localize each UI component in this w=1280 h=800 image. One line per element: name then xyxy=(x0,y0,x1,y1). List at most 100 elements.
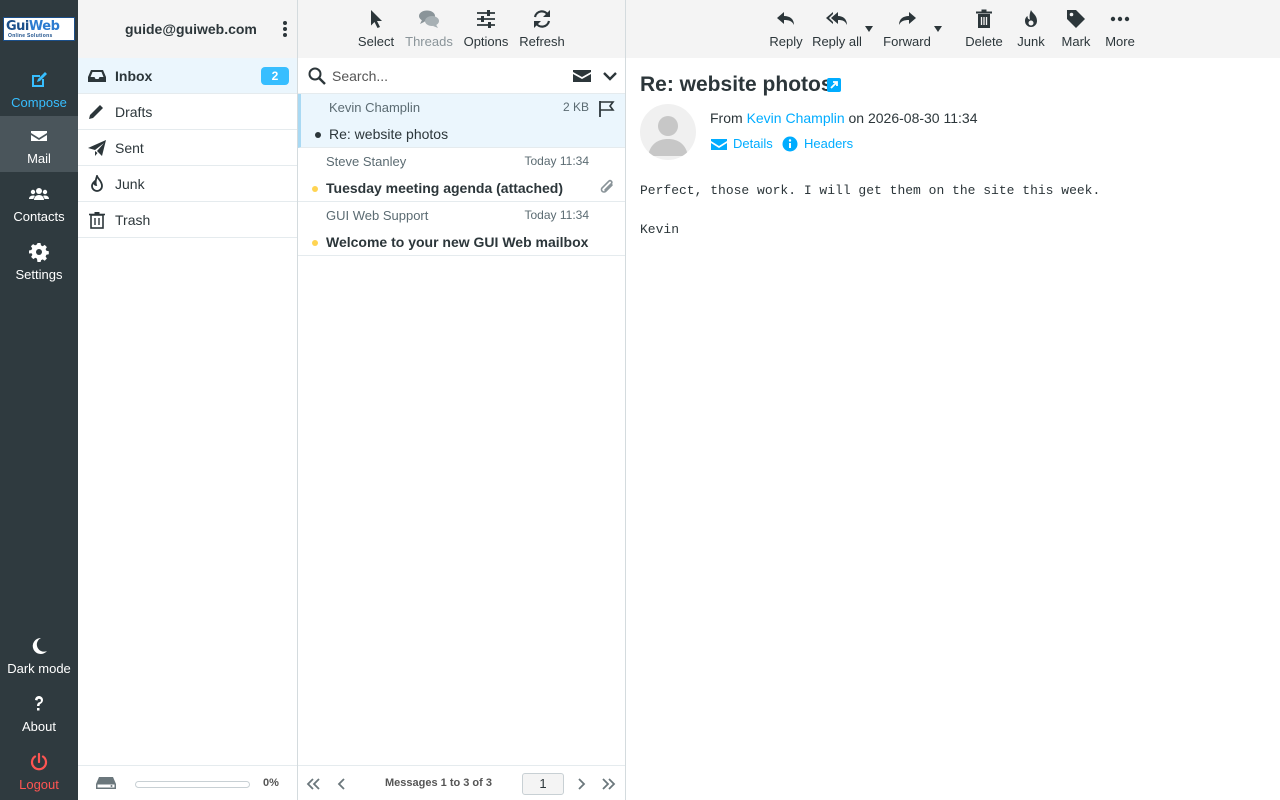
open-in-new-window-icon[interactable] xyxy=(827,78,841,92)
message-sender: Steve Stanley xyxy=(326,154,407,169)
details-label: Details xyxy=(733,136,773,151)
page-number-input[interactable]: 1 xyxy=(522,773,564,795)
next-page-icon[interactable] xyxy=(573,776,589,792)
reply-all-button[interactable]: Reply all xyxy=(810,0,864,58)
logo-tagline: Online Solutions xyxy=(8,33,53,39)
folder-label: Trash xyxy=(115,212,151,228)
refresh-label: Refresh xyxy=(519,34,565,49)
reply-all-dropdown-icon[interactable] xyxy=(865,26,873,32)
message-view-pane: Reply Reply all Forward Delete Junk Mark… xyxy=(626,0,1280,800)
folder-pane: guide@guiweb.com Inbox 2 Drafts Sent Jun… xyxy=(78,0,298,800)
message-subject: Re: website photos xyxy=(329,126,449,142)
folder-label: Junk xyxy=(115,176,145,192)
ellipsis-icon xyxy=(1110,16,1130,22)
folder-sent[interactable]: Sent xyxy=(78,130,297,166)
folder-trash[interactable]: Trash xyxy=(78,202,297,238)
hard-drive-icon xyxy=(96,777,116,789)
sender-avatar xyxy=(640,104,696,160)
info-icon xyxy=(782,136,798,152)
select-button[interactable]: Select xyxy=(353,0,399,58)
folder-label: Sent xyxy=(115,140,144,156)
nav-mail[interactable]: Mail xyxy=(0,116,78,172)
nav-logout[interactable]: Logout xyxy=(0,742,78,798)
message-size: 2 KB xyxy=(562,100,589,114)
message-body: Perfect, those work. I will get them on … xyxy=(640,183,1100,238)
threads-button[interactable]: Threads xyxy=(403,0,455,58)
nav-mail-label: Mail xyxy=(27,151,51,166)
delete-button[interactable]: Delete xyxy=(960,0,1008,58)
nav-contacts[interactable]: Contacts xyxy=(0,174,78,230)
previous-page-icon[interactable] xyxy=(334,776,350,792)
reply-button[interactable]: Reply xyxy=(764,0,808,58)
reply-all-icon xyxy=(826,12,847,25)
pencil-icon xyxy=(89,105,103,119)
refresh-button[interactable]: Refresh xyxy=(517,0,567,58)
nav-contacts-label: Contacts xyxy=(13,209,65,224)
more-button[interactable]: More xyxy=(1100,0,1140,58)
message-count: Messages 1 to 3 of 3 xyxy=(385,777,492,789)
message-row[interactable]: Steve Stanley Today 11:34 Tuesday meetin… xyxy=(298,148,625,202)
logo-text-a: Gui xyxy=(6,19,29,34)
junk-button[interactable]: Junk xyxy=(1011,0,1051,58)
power-icon xyxy=(30,752,48,771)
inbox-icon xyxy=(88,70,106,82)
unread-count-badge: 2 xyxy=(261,67,289,85)
fire-icon xyxy=(91,175,103,192)
nav-about[interactable]: About xyxy=(0,684,78,740)
users-icon xyxy=(29,188,49,200)
folder-inbox[interactable]: Inbox 2 xyxy=(78,58,297,94)
forward-dropdown-icon[interactable] xyxy=(934,26,942,32)
reply-icon xyxy=(777,12,794,25)
tag-icon xyxy=(1067,10,1085,28)
delete-label: Delete xyxy=(965,34,1003,49)
search-bar xyxy=(298,58,625,94)
main-nav: GuiWeb Online Solutions Compose Mail Con… xyxy=(0,0,78,800)
folder-junk[interactable]: Junk xyxy=(78,166,297,202)
message-sender: GUI Web Support xyxy=(326,208,429,223)
logo-text-b: Web xyxy=(28,19,60,34)
app-logo[interactable]: GuiWeb Online Solutions xyxy=(3,17,75,41)
search-input[interactable] xyxy=(332,65,552,87)
threads-label: Threads xyxy=(405,34,453,49)
message-toolbar: Reply Reply all Forward Delete Junk Mark… xyxy=(626,0,1280,58)
nav-compose-label: Compose xyxy=(11,95,67,110)
question-icon xyxy=(35,696,43,711)
fire-icon xyxy=(1025,10,1037,27)
options-button[interactable]: Options xyxy=(461,0,511,58)
sender-name-link[interactable]: Kevin Champlin xyxy=(747,110,845,126)
paperclip-icon xyxy=(600,179,613,193)
flag-icon[interactable] xyxy=(598,100,616,118)
nav-dark-mode-label: Dark mode xyxy=(7,661,71,676)
message-row[interactable]: Kevin Champlin 2 KB Re: website photos xyxy=(298,94,625,148)
nav-compose[interactable]: Compose xyxy=(0,60,78,116)
reply-all-label: Reply all xyxy=(812,34,862,49)
message-row[interactable]: GUI Web Support Today 11:34 Welcome to y… xyxy=(298,202,625,256)
folder-drafts[interactable]: Drafts xyxy=(78,94,297,130)
kebab-menu-icon[interactable] xyxy=(278,19,292,39)
nav-dark-mode[interactable]: Dark mode xyxy=(0,626,78,682)
search-icon xyxy=(308,67,326,85)
comments-icon xyxy=(419,10,439,28)
list-toolbar: Select Threads Options Refresh xyxy=(298,0,625,58)
message-subject-title: Re: website photos xyxy=(640,73,833,96)
nav-logout-label: Logout xyxy=(19,777,59,792)
forward-label: Forward xyxy=(883,34,931,49)
nav-about-label: About xyxy=(22,719,56,734)
message-date: on 2026-08-30 11:34 xyxy=(848,110,978,126)
message-body-line: Perfect, those work. I will get them on … xyxy=(640,183,1101,198)
read-status-dot xyxy=(315,132,321,138)
message-date: Today 11:34 xyxy=(524,154,590,168)
gear-icon xyxy=(29,243,49,262)
last-page-icon[interactable] xyxy=(601,776,617,792)
compose-icon xyxy=(32,72,47,87)
forward-button[interactable]: Forward xyxy=(880,0,934,58)
refresh-icon xyxy=(533,10,551,28)
first-page-icon[interactable] xyxy=(305,776,321,792)
nav-settings[interactable]: Settings xyxy=(0,232,78,288)
mark-button[interactable]: Mark xyxy=(1056,0,1096,58)
mark-label: Mark xyxy=(1061,34,1091,49)
envelope-filter-icon[interactable] xyxy=(573,68,591,84)
trash-icon xyxy=(89,212,105,229)
chevron-down-icon[interactable] xyxy=(603,69,617,83)
message-list-pane: Select Threads Options Refresh Kevin Cha… xyxy=(298,0,626,800)
